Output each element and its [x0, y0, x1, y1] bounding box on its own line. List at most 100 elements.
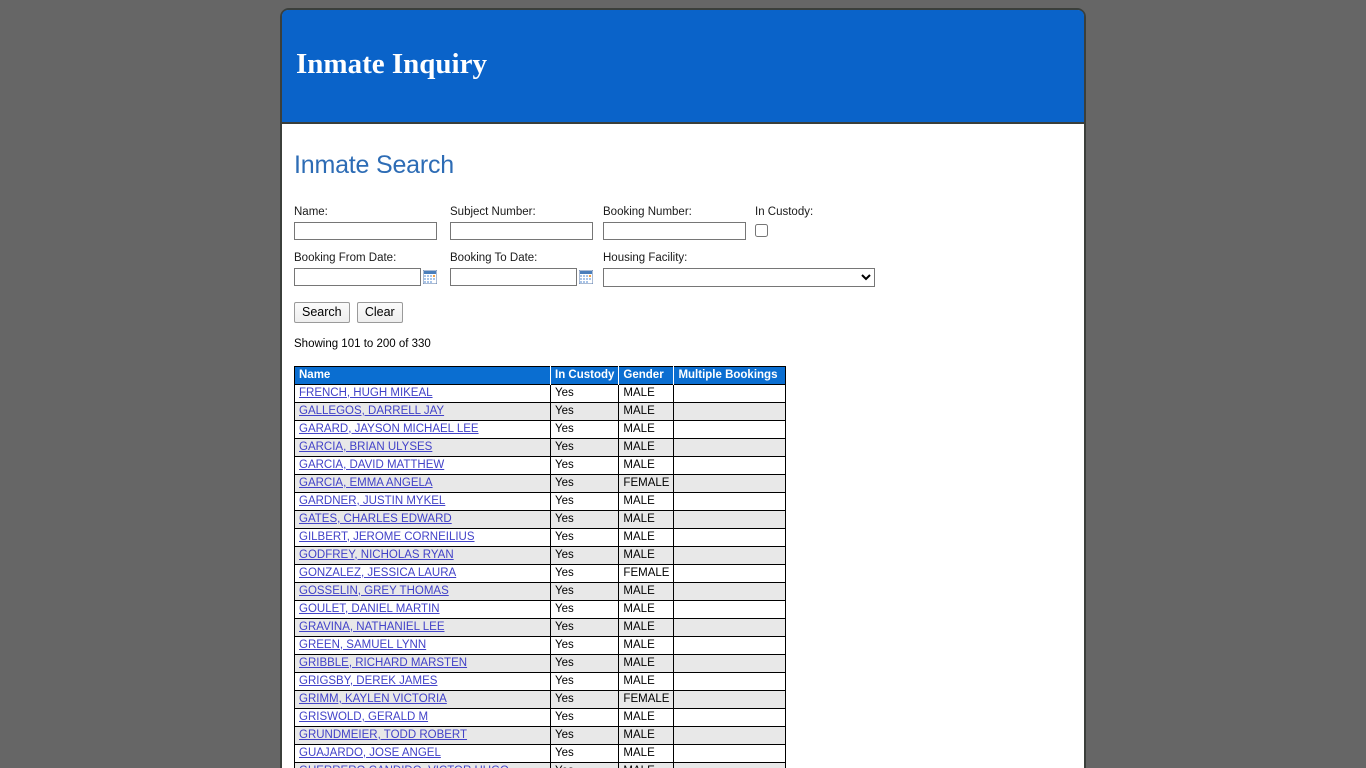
- cell-name: GODFREY, NICHOLAS RYAN: [294, 545, 551, 565]
- cell-name: GARARD, JAYSON MICHAEL LEE: [294, 419, 551, 439]
- inmate-name-link[interactable]: GOSSELIN, GREY THOMAS: [299, 585, 449, 597]
- booking-from-date-label: Booking From Date:: [294, 251, 397, 264]
- cell-multiple-bookings: [673, 617, 787, 637]
- cell-in-custody: Yes: [549, 743, 620, 763]
- cell-gender: MALE: [618, 545, 675, 565]
- cell-in-custody: Yes: [549, 581, 620, 601]
- table-row: GARCIA, EMMA ANGELA Yes FEMALE: [294, 473, 787, 493]
- calendar-icon[interactable]: [423, 269, 437, 284]
- cell-multiple-bookings: [673, 545, 787, 565]
- inmate-search-form: Name: Subject Number: Booking Number: In…: [294, 206, 1072, 325]
- table-row: GONZALEZ, JESSICA LAURA Yes FEMALE: [294, 563, 787, 583]
- main-content: Inmate Search Name: Subject Number: Book…: [282, 124, 1084, 768]
- inmate-name-link[interactable]: GRIGSBY, DEREK JAMES: [299, 675, 437, 687]
- booking-from-date-input[interactable]: [294, 267, 421, 286]
- inmate-name-link[interactable]: GARCIA, EMMA ANGELA: [299, 477, 433, 489]
- cell-multiple-bookings: [673, 707, 787, 727]
- table-row: GALLEGOS, DARRELL JAY Yes MALE: [294, 401, 787, 421]
- results-count-text: Showing 101 to 200 of 330: [294, 337, 431, 350]
- cell-gender: MALE: [618, 743, 675, 763]
- cell-in-custody: Yes: [549, 437, 620, 457]
- cell-in-custody: Yes: [549, 509, 620, 529]
- cell-gender: MALE: [618, 401, 675, 421]
- cell-in-custody: Yes: [549, 761, 620, 768]
- table-row: GARCIA, BRIAN ULYSES Yes MALE: [294, 437, 787, 457]
- column-header-multiple-bookings[interactable]: Multiple Bookings: [673, 366, 786, 384]
- cell-multiple-bookings: [673, 491, 787, 511]
- in-custody-checkbox-wrap: [755, 222, 813, 237]
- column-header-name[interactable]: Name: [294, 366, 551, 384]
- cell-name: GUAJARDO, JOSE ANGEL: [294, 743, 551, 763]
- inmate-name-link[interactable]: GUERRERO CANDIDO, VICTOR HUGO: [299, 765, 509, 768]
- cell-multiple-bookings: [673, 725, 787, 745]
- app-header-banner: Inmate Inquiry: [282, 10, 1084, 124]
- cell-name: GARCIA, BRIAN ULYSES: [294, 437, 551, 457]
- booking-number-input[interactable]: [603, 221, 746, 240]
- table-row: GARARD, JAYSON MICHAEL LEE Yes MALE: [294, 419, 787, 439]
- cell-name: GARCIA, EMMA ANGELA: [294, 473, 551, 493]
- cell-name: GATES, CHARLES EDWARD: [294, 509, 551, 529]
- cell-in-custody: Yes: [549, 617, 620, 637]
- inmate-name-link[interactable]: GREEN, SAMUEL LYNN: [299, 639, 426, 651]
- cell-in-custody: Yes: [549, 473, 620, 493]
- inmate-name-link[interactable]: GRAVINA, NATHANIEL LEE: [299, 621, 445, 633]
- cell-gender: MALE: [618, 419, 675, 439]
- cell-gender: MALE: [618, 671, 675, 691]
- inmate-name-link[interactable]: GRIBBLE, RICHARD MARSTEN: [299, 657, 467, 669]
- cell-name: GALLEGOS, DARRELL JAY: [294, 401, 551, 421]
- cell-in-custody: Yes: [549, 491, 620, 511]
- column-header-gender[interactable]: Gender: [618, 366, 675, 384]
- subject-number-field-group: Subject Number:: [450, 206, 593, 240]
- column-header-in-custody[interactable]: In Custody: [550, 366, 620, 384]
- cell-in-custody: Yes: [549, 653, 620, 673]
- table-row: GODFREY, NICHOLAS RYAN Yes MALE: [294, 545, 787, 565]
- calendar-icon[interactable]: [579, 269, 593, 284]
- inmate-name-link[interactable]: GRISWOLD, GERALD M: [299, 711, 428, 723]
- subject-number-input[interactable]: [450, 221, 593, 240]
- cell-in-custody: Yes: [549, 635, 620, 655]
- cell-gender: MALE: [618, 635, 675, 655]
- booking-to-date-label: Booking To Date:: [450, 251, 538, 264]
- cell-gender: MALE: [618, 599, 675, 619]
- inmate-name-link[interactable]: GARCIA, BRIAN ULYSES: [299, 441, 432, 453]
- inmate-name-link[interactable]: GARARD, JAYSON MICHAEL LEE: [299, 423, 479, 435]
- inmate-name-link[interactable]: GUAJARDO, JOSE ANGEL: [299, 747, 441, 759]
- inmate-name-link[interactable]: GRUNDMEIER, TODD ROBERT: [299, 729, 467, 741]
- cell-name: GRAVINA, NATHANIEL LEE: [294, 617, 551, 637]
- cell-gender: MALE: [618, 527, 675, 547]
- cell-name: FRENCH, HUGH MIKEAL: [294, 383, 551, 403]
- search-button[interactable]: Search: [294, 301, 350, 323]
- inmate-name-link[interactable]: GOULET, DANIEL MARTIN: [299, 603, 440, 615]
- cell-gender: FEMALE: [618, 473, 675, 493]
- cell-multiple-bookings: [673, 743, 787, 763]
- clear-button[interactable]: Clear: [356, 301, 403, 323]
- cell-gender: MALE: [618, 455, 675, 475]
- inmate-name-link[interactable]: GARDNER, JUSTIN MYKEL: [299, 495, 445, 507]
- inmate-name-link[interactable]: GARCIA, DAVID MATTHEW: [299, 459, 444, 471]
- table-row: GARCIA, DAVID MATTHEW Yes MALE: [294, 455, 787, 475]
- cell-gender: MALE: [618, 761, 675, 768]
- cell-multiple-bookings: [673, 419, 787, 439]
- cell-gender: FEMALE: [618, 689, 675, 709]
- cell-name: GRISWOLD, GERALD M: [294, 707, 551, 727]
- name-input[interactable]: [294, 221, 437, 240]
- booking-to-date-input[interactable]: [450, 267, 577, 286]
- page-viewport: Inmate Inquiry Inmate Search Name: Subje…: [280, 8, 1086, 768]
- in-custody-label: In Custody:: [755, 205, 814, 218]
- table-row: GUERRERO CANDIDO, VICTOR HUGO YesMALE: [294, 761, 787, 768]
- housing-facility-select[interactable]: [603, 267, 875, 287]
- inmate-name-link[interactable]: GALLEGOS, DARRELL JAY: [299, 405, 444, 417]
- inmate-name-link[interactable]: GODFREY, NICHOLAS RYAN: [299, 549, 454, 561]
- name-field-group: Name:: [294, 206, 437, 240]
- inmate-name-link[interactable]: GATES, CHARLES EDWARD: [299, 513, 452, 525]
- inmate-name-link[interactable]: GONZALEZ, JESSICA LAURA: [299, 567, 456, 579]
- inmate-name-link[interactable]: GRIMM, KAYLEN VICTORIA: [299, 693, 447, 705]
- cell-name: GARDNER, JUSTIN MYKEL: [294, 491, 551, 511]
- table-row: GREEN, SAMUEL LYNN Yes MALE: [294, 635, 787, 655]
- cell-multiple-bookings: [673, 671, 787, 691]
- inmate-name-link[interactable]: FRENCH, HUGH MIKEAL: [299, 387, 433, 399]
- inmate-name-link[interactable]: GILBERT, JEROME CORNEILIUS: [299, 531, 475, 543]
- booking-from-date-field-group: Booking From Date:: [294, 252, 437, 286]
- cell-name: GRIMM, KAYLEN VICTORIA: [294, 689, 551, 709]
- in-custody-checkbox[interactable]: [755, 223, 768, 237]
